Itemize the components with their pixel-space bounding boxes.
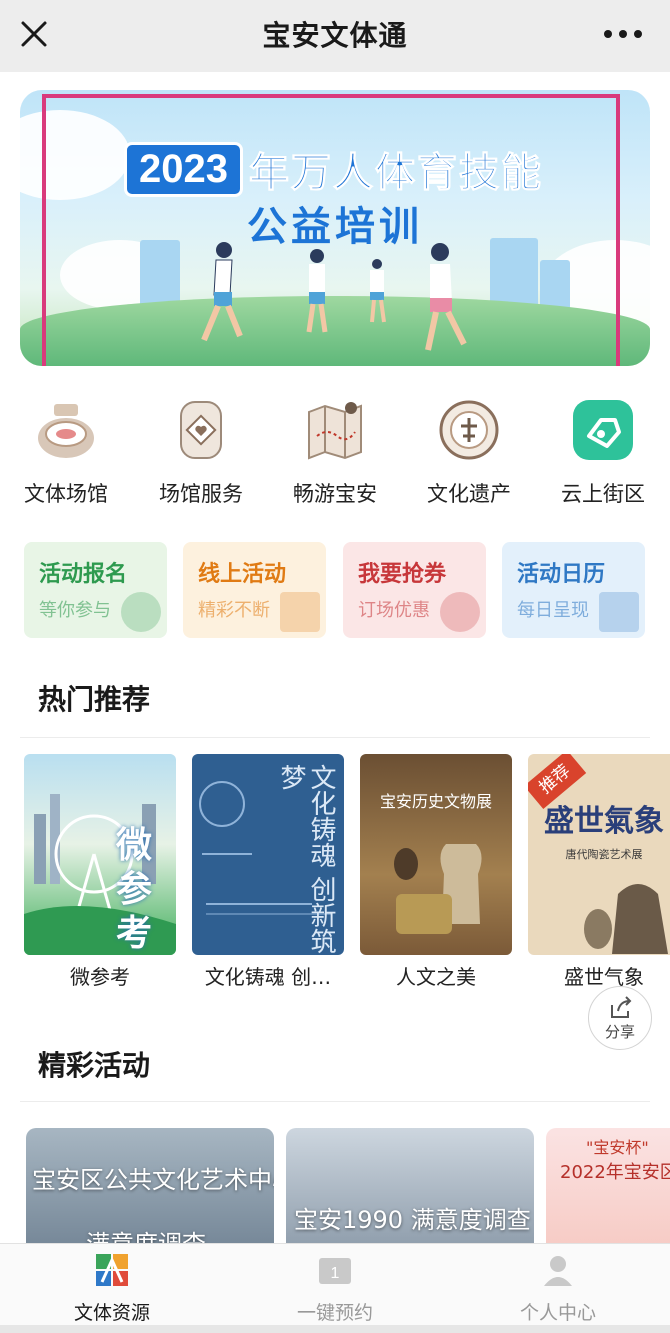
event-title: 2022年宝安区: [560, 1162, 670, 1183]
divider: [20, 1101, 650, 1102]
cloud-district-icon: [573, 400, 633, 460]
event-subtitle: "宝安杯": [586, 1138, 649, 1157]
card-title: 线上活动: [198, 562, 287, 587]
banner-highlight-frame: [42, 94, 620, 366]
share-icon: [611, 996, 632, 1018]
quick-link-tour[interactable]: 畅游宝安: [275, 398, 395, 508]
quick-link-label: 文体场馆: [24, 482, 108, 506]
quick-link-cloud-district[interactable]: 云上街区: [543, 398, 663, 508]
home-indicator: [0, 1325, 670, 1333]
artifact-illustration: [394, 844, 482, 934]
event-title: 宝安区公共文化艺术中心: [32, 1166, 274, 1194]
card-title: 活动报名: [39, 562, 128, 587]
quick-link-label: 文化遗产: [427, 482, 511, 506]
screen-icon: [280, 592, 320, 632]
divider: [20, 737, 650, 738]
card-title: 活动日历: [517, 562, 606, 587]
section-title-recommend: 热门推荐: [38, 683, 151, 716]
resources-icon: [96, 1254, 128, 1286]
tab-label: 文体资源: [73, 1302, 150, 1324]
quick-link-label: 云上街区: [561, 482, 645, 506]
card-activity-calendar[interactable]: 活动日历 每日呈现: [502, 542, 645, 638]
poster-title: 微参考: [116, 825, 153, 954]
quick-link-label: 畅游宝安: [293, 482, 377, 506]
tab-profile[interactable]: 个人中心: [458, 1252, 658, 1325]
banner[interactable]: 2023 年万人体育技能 公益培训: [20, 90, 650, 366]
svg-text:1: 1: [331, 1265, 340, 1282]
quick-link-venue-service[interactable]: 场馆服务: [141, 398, 261, 508]
poster-item[interactable]: 微参考 微参考: [24, 754, 176, 990]
tree-icon: [121, 592, 161, 632]
venue-icon: [38, 404, 94, 458]
poster-image: 文化铸魂 创新筑梦: [192, 754, 344, 955]
tab-booking[interactable]: 1 一键预约: [235, 1252, 435, 1325]
event-title: 宝安1990 满意度调查: [294, 1206, 531, 1234]
map-icon: [308, 402, 362, 460]
service-icon: [180, 401, 222, 459]
poster-title: 文化铸魂 创新筑梦: [276, 764, 336, 955]
camel-illustration: [584, 884, 668, 954]
poster-image: 推荐 盛世氣象 唐代陶瓷艺术展: [528, 754, 670, 955]
page-title: 宝安文体通: [262, 19, 408, 52]
share-label: 分享: [604, 1023, 635, 1041]
coin-icon: [440, 592, 480, 632]
section-title-events: 精彩活动: [38, 1049, 151, 1082]
quick-links: 文体场馆 场馆服务 畅游宝安 文化遗产 云上街区: [0, 398, 670, 510]
booking-icon: 1: [319, 1258, 351, 1284]
poster-item[interactable]: 推荐 盛世氣象 唐代陶瓷艺术展 盛世气象: [528, 754, 670, 990]
user-icon: [544, 1256, 572, 1286]
poster-item[interactable]: 宝安历史文物展 人文之美: [360, 754, 512, 990]
events-list: 宝安区公共文化艺术中心 满意度调查 宝安1990 满意度调查 "宝安杯" 202…: [26, 1128, 670, 1258]
more-icon[interactable]: [600, 22, 646, 46]
event-card[interactable]: "宝安杯" 2022年宝安区: [546, 1128, 670, 1258]
heritage-icon: [439, 400, 499, 460]
event-card[interactable]: 宝安区公共文化艺术中心 满意度调查: [26, 1128, 274, 1258]
calendar-icon: [599, 592, 639, 632]
card-activity-signup[interactable]: 活动报名 等你参与: [24, 542, 167, 638]
poster-image: 微参考: [24, 754, 176, 955]
poster-caption: 微参考: [70, 965, 130, 989]
quick-link-venues[interactable]: 文体场馆: [6, 398, 126, 508]
tab-resources[interactable]: 文体资源: [12, 1252, 212, 1325]
recommend-posters: 微参考 微参考 文化铸魂 创新筑梦 文化铸魂 创… 宝安历史文物展 人文之美 推…: [24, 754, 670, 994]
event-card[interactable]: 宝安1990 满意度调查: [286, 1128, 534, 1258]
quick-link-heritage[interactable]: 文化遗产: [409, 398, 529, 508]
activity-cards: 活动报名 等你参与 线上活动 精彩不断 我要抢券 订场优惠 活动日历 每日呈现: [24, 542, 646, 638]
bottom-tab-bar: 文体资源 1 一键预约 个人中心: [0, 1243, 670, 1333]
card-online-activity[interactable]: 线上活动 精彩不断: [183, 542, 326, 638]
card-title: 我要抢券: [358, 562, 447, 587]
quick-link-label: 场馆服务: [159, 482, 243, 506]
poster-image: 宝安历史文物展: [360, 754, 512, 955]
poster-item[interactable]: 文化铸魂 创新筑梦 文化铸魂 创…: [192, 754, 344, 990]
title-bar: 宝安文体通: [0, 0, 670, 72]
tab-label: 一键预约: [296, 1302, 373, 1324]
share-button[interactable]: 分享: [588, 986, 652, 1050]
poster-caption: 文化铸魂 创…: [204, 965, 332, 989]
tab-label: 个人中心: [519, 1302, 596, 1324]
poster-caption: 盛世气象: [564, 965, 644, 989]
poster-caption: 人文之美: [396, 965, 476, 989]
card-grab-coupon[interactable]: 我要抢券 订场优惠: [343, 542, 486, 638]
